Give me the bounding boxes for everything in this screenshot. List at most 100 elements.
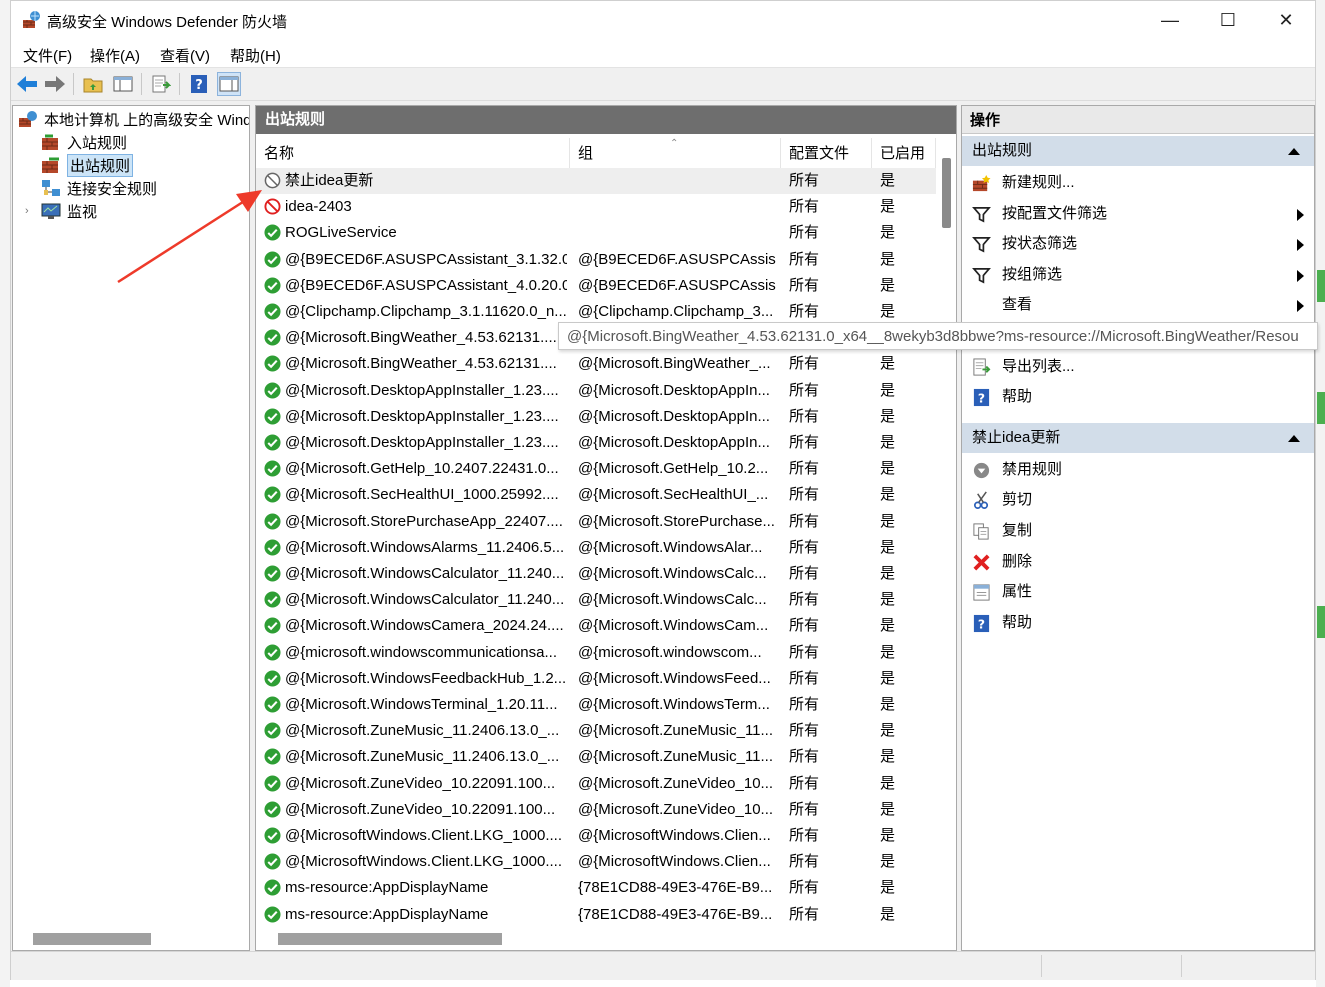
maximize-button[interactable]: ☐ bbox=[1199, 1, 1257, 39]
rule-group: {78E1CD88-49E3-476E-B9... bbox=[578, 905, 773, 923]
table-row[interactable]: @{B9ECED6F.ASUSPCAssistant_4.0.20.0... @{… bbox=[256, 273, 936, 299]
help-icon: ? bbox=[973, 389, 990, 407]
show-hide-tree-button[interactable] bbox=[111, 72, 135, 96]
allow-rule-icon bbox=[264, 251, 281, 268]
column-header-name[interactable]: 名称 bbox=[256, 138, 570, 168]
list-horizontal-scrollbar-thumb[interactable] bbox=[278, 933, 502, 945]
tree-item-monitoring[interactable]: › 监视 bbox=[25, 200, 97, 222]
table-row[interactable]: @{Microsoft.WindowsFeedbackHub_1.2... @{M… bbox=[256, 666, 936, 692]
action-item[interactable]: 属性 bbox=[962, 577, 1314, 607]
help-icon: ? bbox=[973, 614, 990, 632]
column-header-group[interactable]: 组 ⌃ bbox=[570, 138, 781, 168]
tree-item-outbound-rules[interactable]: 出站规则 bbox=[41, 153, 134, 177]
rule-profile: 所有 bbox=[789, 643, 820, 661]
rule-profile: 所有 bbox=[789, 669, 820, 687]
show-hide-action-pane-button[interactable] bbox=[217, 72, 241, 96]
action-item[interactable]: 查看 bbox=[962, 290, 1314, 320]
table-row[interactable]: @{Microsoft.DesktopAppInstaller_1.23....… bbox=[256, 430, 936, 456]
menu-help[interactable]: 帮助(H) bbox=[230, 45, 281, 66]
rule-enabled: 是 bbox=[880, 460, 896, 478]
minimize-button[interactable]: — bbox=[1141, 1, 1199, 39]
menu-file[interactable]: 文件(F) bbox=[23, 45, 72, 66]
tree-horizontal-scrollbar[interactable] bbox=[33, 933, 151, 945]
table-row[interactable]: 禁止idea更新 所有 是 bbox=[256, 168, 936, 194]
table-row[interactable]: @{Microsoft.WindowsCalculator_11.240... @… bbox=[256, 587, 936, 613]
table-row[interactable]: ROGLiveService 所有 是 bbox=[256, 220, 936, 246]
table-row[interactable]: @{MicrosoftWindows.Client.LKG_1000.... @{… bbox=[256, 849, 936, 875]
collapse-caret-icon[interactable] bbox=[1288, 148, 1300, 155]
table-row[interactable]: @{Microsoft.WindowsAlarms_11.2406.5... @{… bbox=[256, 535, 936, 561]
rule-name: @{MicrosoftWindows.Client.LKG_1000.... bbox=[285, 853, 563, 871]
action-item[interactable]: 按状态筛选 bbox=[962, 229, 1314, 259]
action-item[interactable]: 按配置文件筛选 bbox=[962, 199, 1314, 229]
column-header-profile[interactable]: 配置文件 bbox=[781, 138, 872, 168]
tree-item-inbound-rules[interactable]: 入站规则 bbox=[41, 131, 127, 153]
menu-view[interactable]: 查看(V) bbox=[160, 45, 210, 66]
menu-action[interactable]: 操作(A) bbox=[90, 45, 140, 66]
tree-item-connection-security-rules[interactable]: 连接安全规则 bbox=[41, 177, 157, 199]
table-row[interactable]: @{Microsoft.WindowsCalculator_11.240... @… bbox=[256, 561, 936, 587]
scrollbar-thumb[interactable] bbox=[942, 158, 951, 228]
up-folder-button[interactable] bbox=[81, 72, 105, 96]
table-row[interactable]: @{Microsoft.ZuneMusic_11.2406.13.0_... @{… bbox=[256, 744, 936, 770]
actions-body: 出站规则新建规则...按配置文件筛选按状态筛选按组筛选查看刷新导出列表...?帮… bbox=[962, 136, 1314, 936]
action-item[interactable]: 按组筛选 bbox=[962, 260, 1314, 290]
back-button[interactable] bbox=[15, 72, 39, 96]
table-row[interactable]: @{Microsoft.DesktopAppInstaller_1.23....… bbox=[256, 378, 936, 404]
list-vertical-scrollbar[interactable] bbox=[938, 138, 954, 928]
tree-root[interactable]: 本地计算机 上的高级安全 Windows Defender 防火墙 bbox=[18, 108, 249, 130]
table-row[interactable]: @{Microsoft.StorePurchaseApp_22407.... @{… bbox=[256, 509, 936, 535]
table-row[interactable]: @{Microsoft.WindowsTerminal_1.20.11... @{… bbox=[256, 692, 936, 718]
panel-header: 出站规则 bbox=[256, 106, 956, 134]
rule-group: {78E1CD88-49E3-476E-B9... bbox=[578, 879, 773, 897]
allow-rule-icon bbox=[264, 565, 281, 582]
column-header-enabled[interactable]: 已启用 bbox=[872, 138, 936, 168]
table-row[interactable]: @{Microsoft.GetHelp_10.2407.22431.0... @{… bbox=[256, 456, 936, 482]
table-row[interactable]: @{MicrosoftWindows.Client.LKG_1000.... @{… bbox=[256, 823, 936, 849]
action-item[interactable]: 导出列表... bbox=[962, 352, 1314, 382]
table-row[interactable]: ms-resource:AppDisplayName {78E1CD88-49E3… bbox=[256, 875, 936, 901]
rule-enabled: 是 bbox=[880, 565, 896, 582]
collapse-caret-icon[interactable] bbox=[1288, 434, 1300, 442]
forward-button[interactable] bbox=[43, 72, 67, 96]
action-item[interactable]: 复制 bbox=[962, 516, 1314, 546]
action-item[interactable]: 禁用规则 bbox=[962, 455, 1314, 485]
table-row[interactable]: ms-resource:AppDisplayName {78E1CD88-49E3… bbox=[256, 902, 936, 928]
rule-name: @{Microsoft.DesktopAppInstaller_1.23.... bbox=[285, 434, 559, 451]
table-row[interactable]: @{B9ECED6F.ASUSPCAssistant_3.1.32.0... @{… bbox=[256, 247, 936, 273]
rule-group: @{Microsoft.BingWeather_... bbox=[578, 355, 771, 373]
rule-group: @{MicrosoftWindows.Clien... bbox=[578, 853, 771, 871]
expand-chevron-icon[interactable]: › bbox=[25, 205, 41, 217]
actions-section-header[interactable]: 禁止idea更新 bbox=[962, 422, 1314, 453]
table-row[interactable]: @{Microsoft.BingWeather_4.53.62131.... @{… bbox=[256, 351, 936, 377]
action-label: 按组筛选 bbox=[1002, 265, 1063, 283]
rule-name: @{Microsoft.GetHelp_10.2407.22431.0... bbox=[285, 460, 559, 478]
rule-profile: 所有 bbox=[789, 591, 820, 609]
rule-enabled: 是 bbox=[880, 722, 896, 740]
action-item[interactable]: 新建规则... bbox=[962, 168, 1314, 198]
action-label: 属性 bbox=[1002, 583, 1033, 601]
table-row[interactable]: @{Microsoft.ZuneVideo_10.22091.100... @{M… bbox=[256, 771, 936, 797]
close-button[interactable]: ✕ bbox=[1257, 1, 1315, 39]
table-row[interactable]: @{Microsoft.DesktopAppInstaller_1.23....… bbox=[256, 404, 936, 430]
table-row[interactable]: @{microsoft.windowscommunicationsa... @{m… bbox=[256, 640, 936, 666]
table-row[interactable]: @{Microsoft.SecHealthUI_1000.25992.... @{… bbox=[256, 482, 936, 508]
tree-item-label: 连接安全规则 bbox=[67, 180, 158, 198]
action-item[interactable]: ? 帮助 bbox=[962, 608, 1314, 638]
action-item[interactable]: 删除 bbox=[962, 547, 1314, 577]
table-row[interactable]: @{Microsoft.ZuneMusic_11.2406.13.0_... @{… bbox=[256, 718, 936, 744]
actions-section-header[interactable]: 出站规则 bbox=[962, 136, 1314, 166]
allow-rule-icon bbox=[264, 696, 281, 713]
action-item[interactable]: ? 帮助 bbox=[962, 382, 1314, 412]
allow-rule-icon bbox=[264, 329, 281, 346]
rule-enabled: 是 bbox=[880, 538, 896, 556]
table-row[interactable]: idea-2403 所有 是 bbox=[256, 194, 936, 220]
table-row[interactable]: @{Microsoft.ZuneVideo_10.22091.100... @{M… bbox=[256, 797, 936, 823]
action-item[interactable]: 剪切 bbox=[962, 485, 1314, 515]
rule-group: @{Microsoft.WindowsAlar... bbox=[578, 538, 763, 556]
rule-name: @{B9ECED6F.ASUSPCAssistant_4.0.20.0... bbox=[285, 276, 567, 294]
help-toolbar-button[interactable]: ? bbox=[187, 72, 211, 96]
allow-rule-icon bbox=[264, 906, 281, 923]
table-row[interactable]: @{Microsoft.WindowsCamera_2024.24.... @{M… bbox=[256, 613, 936, 639]
export-list-button[interactable] bbox=[149, 72, 173, 96]
